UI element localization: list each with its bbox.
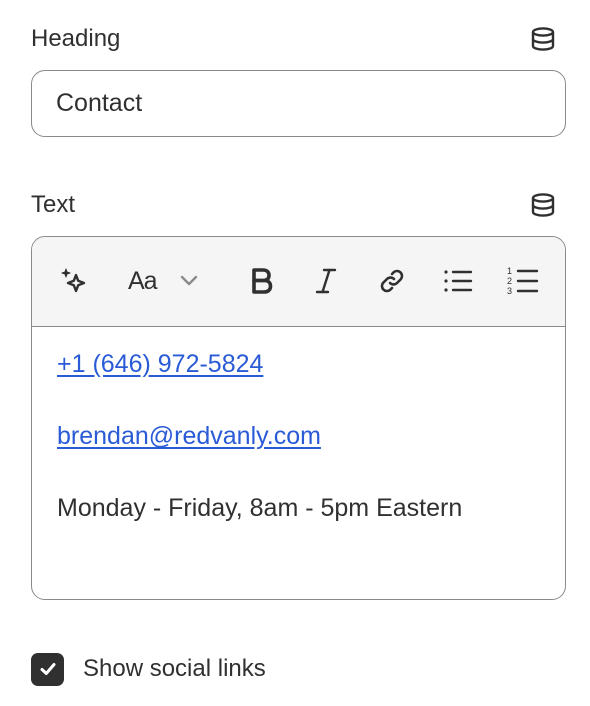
database-icon[interactable] [529,191,557,219]
phone-link[interactable]: +1 (646) 972-5824 [57,350,263,378]
svg-text:2: 2 [507,276,512,286]
editor-toolbar: Aa 1 2 3 [32,237,565,327]
show-social-links-option[interactable]: Show social links [31,652,266,686]
italic-icon[interactable] [312,259,340,303]
heading-label-row: Heading [31,23,557,55]
text-format-label: Aa [128,266,158,295]
svg-text:1: 1 [507,266,512,276]
bold-icon[interactable] [246,259,278,303]
hours-text: Monday - Friday, 8am - 5pm Eastern [57,494,463,522]
numbered-list-icon[interactable]: 1 2 3 [506,259,540,303]
heading-input[interactable] [31,70,566,137]
link-icon[interactable] [376,259,408,303]
show-social-links-checkbox[interactable] [31,652,64,686]
show-social-links-label: Show social links [83,655,266,682]
text-label-row: Text [31,189,557,221]
chevron-down-icon [179,274,199,288]
text-label: Text [31,191,76,218]
database-icon[interactable] [529,25,557,53]
rich-text-editor[interactable]: Aa 1 2 3 +1 (646) 972-5824 brendan@redva… [31,236,566,600]
bullet-list-icon[interactable] [442,259,474,303]
heading-label: Heading [31,25,121,52]
text-format-dropdown[interactable]: Aa [128,259,218,303]
sparkle-icon[interactable] [56,259,92,303]
checkmark-icon [40,663,55,675]
svg-text:3: 3 [507,286,512,296]
email-link[interactable]: brendan@redvanly.com [57,422,321,450]
editor-content[interactable]: +1 (646) 972-5824 brendan@redvanly.com M… [57,345,545,528]
